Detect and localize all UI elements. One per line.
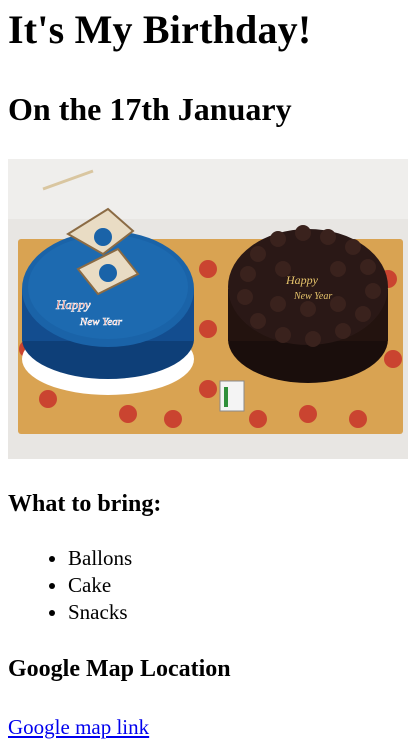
cake-photo: Happy New Year Happy New Year xyxy=(8,159,408,459)
page: It's My Birthday! On the 17th January Ha… xyxy=(0,0,415,745)
cake-photo-illustration: Happy New Year Happy New Year xyxy=(8,159,408,459)
map-location-heading: Google Map Location xyxy=(8,656,231,682)
bring-list: Ballons Cake Snacks xyxy=(8,545,407,626)
bring-item: Ballons xyxy=(68,545,407,572)
google-map-link[interactable]: Google map link xyxy=(8,714,149,741)
svg-text:Happy: Happy xyxy=(285,273,319,287)
svg-text:New Year: New Year xyxy=(79,316,123,328)
date-heading: On the 17th January xyxy=(8,91,292,127)
page-title: It's My Birthday! xyxy=(8,7,312,52)
bring-item: Cake xyxy=(68,572,407,599)
svg-text:New Year: New Year xyxy=(293,291,332,302)
bring-item: Snacks xyxy=(68,599,407,626)
svg-text:Happy: Happy xyxy=(55,297,91,312)
what-to-bring-heading: What to bring: xyxy=(8,491,162,517)
